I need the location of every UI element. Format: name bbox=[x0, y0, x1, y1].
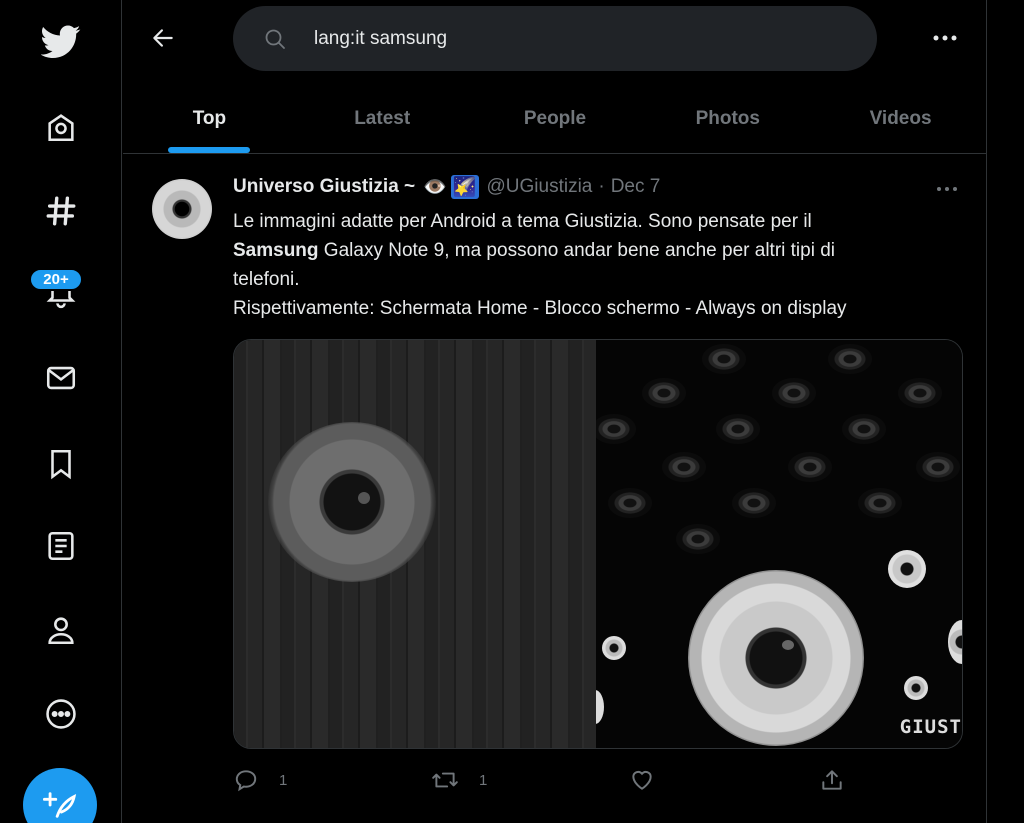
highlighted-term: Samsung bbox=[233, 240, 319, 261]
retweet-button[interactable]: 1 bbox=[431, 767, 487, 793]
eye-pattern bbox=[788, 452, 832, 482]
tweet-text-line: Le immagini adatte per Android a tema Gi… bbox=[233, 211, 812, 232]
search-icon bbox=[265, 29, 285, 49]
tab-videos[interactable]: Videos bbox=[814, 84, 987, 153]
bookmarks-icon[interactable] bbox=[0, 442, 122, 486]
eye-pattern bbox=[732, 488, 776, 518]
tab-people[interactable]: People bbox=[469, 84, 642, 153]
media-image-home-screen[interactable] bbox=[234, 340, 596, 748]
tweet-text-line: telefoni. bbox=[233, 269, 300, 290]
shooting-star-emoji: 🌠 bbox=[450, 175, 479, 199]
eye-pattern bbox=[916, 452, 960, 482]
like-button[interactable] bbox=[629, 767, 655, 793]
eye-pattern bbox=[898, 378, 942, 408]
tweet-media[interactable]: GIUST bbox=[233, 339, 963, 749]
more-options-button[interactable] bbox=[929, 22, 961, 54]
tweet-header: Universo Giustizia ~ 👁️ 🌠 @UGiustizia · … bbox=[233, 175, 660, 199]
eye-graphic bbox=[948, 620, 962, 664]
eye-pattern bbox=[676, 524, 720, 554]
retweet-count: 1 bbox=[479, 771, 488, 789]
tab-photos[interactable]: Photos bbox=[641, 84, 814, 153]
image-watermark: GIUST bbox=[899, 716, 962, 738]
tweet-text: Le immagini adatte per Android a tema Gi… bbox=[233, 207, 953, 323]
tweet-text-fragment: Galaxy Note 9, ma possono andar bene anc… bbox=[318, 240, 836, 261]
retweet-icon bbox=[432, 772, 458, 788]
home-icon[interactable] bbox=[0, 105, 122, 149]
eye-pattern bbox=[642, 378, 686, 408]
reply-count: 1 bbox=[279, 771, 288, 789]
eye-graphic bbox=[596, 690, 604, 724]
tweet-text-line: Samsung Galaxy Note 9, ma possono andar … bbox=[233, 236, 953, 265]
eye-graphic bbox=[602, 636, 626, 660]
explore-hashtag-icon[interactable] bbox=[0, 189, 122, 233]
profile-icon[interactable] bbox=[0, 608, 122, 652]
search-input[interactable] bbox=[314, 27, 814, 50]
notifications-badge: 20+ bbox=[29, 268, 83, 291]
more-icon[interactable] bbox=[0, 692, 122, 736]
more-horizontal-icon bbox=[933, 35, 957, 41]
tab-top[interactable]: Top bbox=[123, 84, 296, 153]
author-handle[interactable]: @UGiustizia bbox=[487, 176, 593, 198]
author-emoji: 👁️ 🌠 bbox=[423, 175, 479, 199]
tweet-more-button[interactable] bbox=[931, 177, 963, 201]
eye-graphic bbox=[888, 550, 926, 588]
tweet-actions: 1 1 bbox=[233, 767, 963, 797]
search-bar[interactable] bbox=[233, 6, 877, 71]
compose-tweet-icon bbox=[43, 792, 77, 818]
share-button[interactable] bbox=[819, 767, 845, 793]
twitter-logo-icon[interactable] bbox=[0, 20, 122, 64]
eye-pattern bbox=[702, 344, 746, 374]
sidebar: 20+ bbox=[0, 0, 122, 823]
separator: · bbox=[598, 176, 605, 197]
eye-graphic bbox=[268, 422, 436, 582]
more-horizontal-icon bbox=[937, 187, 957, 191]
tweet-date[interactable]: Dec 7 bbox=[611, 176, 661, 198]
lists-icon[interactable] bbox=[0, 524, 122, 568]
eye-pattern bbox=[772, 378, 816, 408]
eye-pattern bbox=[596, 414, 636, 444]
author-name[interactable]: Universo Giustizia ~ bbox=[233, 176, 415, 198]
eye-pattern bbox=[842, 414, 886, 444]
eye-pattern bbox=[858, 488, 902, 518]
eye-emoji: 👁️ bbox=[423, 177, 447, 198]
tab-latest[interactable]: Latest bbox=[296, 84, 469, 153]
reply-icon bbox=[235, 770, 257, 792]
eye-pattern bbox=[608, 488, 652, 518]
eye-pattern bbox=[662, 452, 706, 482]
heart-icon bbox=[632, 770, 652, 790]
eye-graphic bbox=[688, 570, 864, 746]
search-tabs: Top Latest People Photos Videos bbox=[123, 84, 987, 154]
eye-graphic bbox=[904, 676, 928, 700]
eye-pattern bbox=[828, 344, 872, 374]
share-icon bbox=[822, 770, 842, 790]
avatar[interactable] bbox=[152, 179, 212, 239]
back-button[interactable] bbox=[147, 22, 179, 54]
main-column: Top Latest People Photos Videos Universo… bbox=[123, 0, 987, 823]
reply-button[interactable]: 1 bbox=[233, 767, 287, 793]
media-image-lock-screen[interactable]: GIUST bbox=[596, 340, 962, 748]
tweet[interactable]: Universo Giustizia ~ 👁️ 🌠 @UGiustizia · … bbox=[123, 155, 987, 823]
tweet-text-line: Rispettivamente: Schermata Home - Blocco… bbox=[233, 298, 847, 319]
compose-tweet-button[interactable] bbox=[23, 768, 97, 823]
messages-mail-icon[interactable] bbox=[0, 356, 122, 400]
eye-pattern bbox=[716, 414, 760, 444]
back-arrow-icon bbox=[153, 29, 173, 47]
